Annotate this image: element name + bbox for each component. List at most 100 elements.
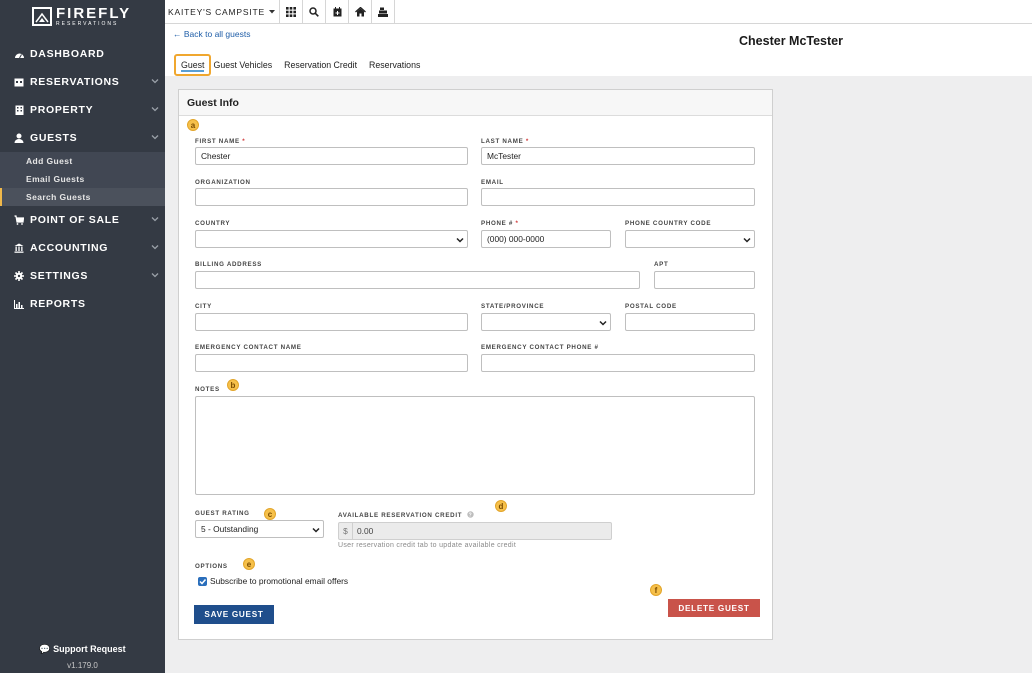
subscribe-checkbox[interactable] [198, 577, 207, 586]
app-version: v1.179.0 [67, 661, 98, 670]
city-label: CITY [195, 303, 212, 310]
phone-country-code-select[interactable] [625, 230, 755, 248]
guest-rating-select[interactable]: 5 - Outstanding [195, 520, 324, 538]
sidebar-item-property[interactable]: PROPERTY [0, 96, 165, 124]
chevron-down-icon [151, 273, 159, 278]
tab-guest[interactable]: Guest [174, 54, 212, 76]
sidebar-item-reservations[interactable]: RESERVATIONS [0, 68, 165, 96]
logo-mark-icon [32, 6, 52, 26]
guest-tabs: Guest Guest Vehicles Reservation Credit … [174, 54, 426, 76]
guest-rating-value: 5 - Outstanding [201, 524, 259, 534]
sidebar-item-label: RESERVATIONS [30, 76, 120, 88]
country-label: COUNTRY [195, 220, 231, 227]
organization-input[interactable] [195, 188, 468, 206]
emergency-contact-phone-input[interactable] [481, 354, 755, 372]
phone-input[interactable]: (000) 000-0000 [481, 230, 611, 248]
top-toolbar: KAITEY'S CAMPSITE [165, 0, 1032, 24]
firefly-logo[interactable]: FIREFLY RESERVATIONS [32, 5, 132, 27]
back-to-guests-link[interactable]: ← Back to all guests [173, 29, 250, 39]
sidebar-item-settings[interactable]: SETTINGS [0, 262, 165, 290]
guest-info-card: Guest Info a FIRST NAME * Chester LAST N… [178, 89, 773, 640]
sidebar-subitem-add-guest[interactable]: Add Guest [0, 152, 165, 170]
tab-guest-vehicles[interactable]: Guest Vehicles [213, 54, 278, 76]
grid-menu-button[interactable] [280, 0, 303, 24]
sidebar-subitem-email-guests[interactable]: Email Guests [0, 170, 165, 188]
home-icon [354, 7, 366, 17]
available-credit-label: AVAILABLE RESERVATION CREDIT ? [338, 511, 474, 519]
help-icon[interactable]: ? [466, 511, 474, 519]
chevron-down-icon [151, 135, 159, 140]
currency-prefix: $ [339, 523, 353, 539]
postal-code-input[interactable] [625, 313, 755, 331]
first-name-input[interactable]: Chester [195, 147, 468, 165]
state-province-select[interactable] [481, 313, 611, 331]
sidebar-item-guests[interactable]: GUESTS [0, 124, 165, 152]
tab-reservation-credit[interactable]: Reservation Credit [278, 54, 363, 76]
caret-down-icon [268, 10, 275, 14]
card-title: Guest Info [179, 90, 772, 116]
sidebar-subitem-search-guests[interactable]: Search Guests [0, 188, 165, 206]
sidebar-item-accounting[interactable]: ACCOUNTING [0, 234, 165, 262]
annotation-marker-f: f [650, 584, 662, 596]
annotation-marker-e: e [243, 558, 255, 570]
country-select[interactable] [195, 230, 468, 248]
guests-submenu: Add Guest Email Guests Search Guests [0, 152, 165, 206]
cash-register-button[interactable] [372, 0, 395, 24]
sidebar-item-label: REPORTS [30, 298, 86, 310]
cart-icon [13, 215, 25, 225]
calendar-button[interactable] [326, 0, 349, 24]
logo-subtitle: RESERVATIONS [56, 20, 119, 27]
last-name-label: LAST NAME * [481, 138, 529, 145]
calendar-icon [13, 77, 25, 87]
billing-address-label: BILLING ADDRESS [195, 261, 262, 268]
sidebar-item-label: GUESTS [30, 132, 78, 144]
annotation-marker-c: c [264, 508, 276, 520]
billing-address-input[interactable] [195, 271, 640, 289]
dashboard-icon [13, 50, 25, 59]
state-province-label: STATE/PROVINCE [481, 303, 545, 310]
sidebar-item-label: PROPERTY [30, 104, 94, 116]
page-header: ← Back to all guests Chester McTester Gu… [165, 24, 1032, 76]
email-input[interactable] [481, 188, 755, 206]
phone-label: PHONE # * [481, 220, 519, 227]
available-credit-field: $ 0.00 [338, 522, 612, 540]
building-icon [13, 105, 25, 115]
last-name-input[interactable]: McTester [481, 147, 755, 165]
chevron-down-icon [151, 79, 159, 84]
annotation-marker-a: a [187, 119, 199, 131]
email-label: EMAIL [481, 179, 504, 186]
phone-country-code-label: PHONE COUNTRY CODE [625, 220, 712, 227]
support-request-link[interactable]: 💬 Support Request [0, 644, 165, 655]
sidebar-item-label: SETTINGS [30, 270, 89, 282]
city-input[interactable] [195, 313, 468, 331]
gear-icon [13, 271, 25, 281]
emergency-contact-name-label: EMERGENCY CONTACT NAME [195, 344, 302, 351]
home-button[interactable] [349, 0, 372, 24]
tab-reservations[interactable]: Reservations [363, 54, 426, 76]
search-button[interactable] [303, 0, 326, 24]
chevron-down-icon [151, 107, 159, 112]
annotation-marker-b: b [227, 379, 239, 391]
support-request-label: Support Request [53, 644, 126, 654]
bank-icon [13, 243, 25, 253]
save-guest-button[interactable]: SAVE GUEST [194, 605, 274, 624]
chevron-down-icon [743, 237, 751, 243]
main-content: ← Back to all guests Chester McTester Gu… [165, 24, 1032, 673]
emergency-contact-name-input[interactable] [195, 354, 468, 372]
chevron-down-icon [151, 245, 159, 250]
chevron-down-icon [456, 237, 464, 243]
sidebar-item-label: ACCOUNTING [30, 242, 109, 254]
user-icon [13, 133, 25, 143]
apt-input[interactable] [654, 271, 755, 289]
delete-guest-button[interactable]: DELETE GUEST [668, 599, 760, 617]
first-name-label: FIRST NAME * [195, 138, 246, 145]
campsite-selector[interactable]: KAITEY'S CAMPSITE [165, 0, 280, 24]
emergency-contact-phone-label: EMERGENCY CONTACT PHONE # [481, 344, 599, 351]
notes-textarea[interactable] [195, 396, 755, 495]
sidebar-item-reports[interactable]: REPORTS [0, 290, 165, 318]
sidebar-item-point-of-sale[interactable]: POINT OF SALE [0, 206, 165, 234]
sidebar: FIREFLY RESERVATIONS DASHBOARD RESERVATI… [0, 0, 165, 673]
sidebar-item-dashboard[interactable]: DASHBOARD [0, 40, 165, 68]
postal-code-label: POSTAL CODE [625, 303, 677, 310]
checkmark-icon [199, 579, 207, 585]
